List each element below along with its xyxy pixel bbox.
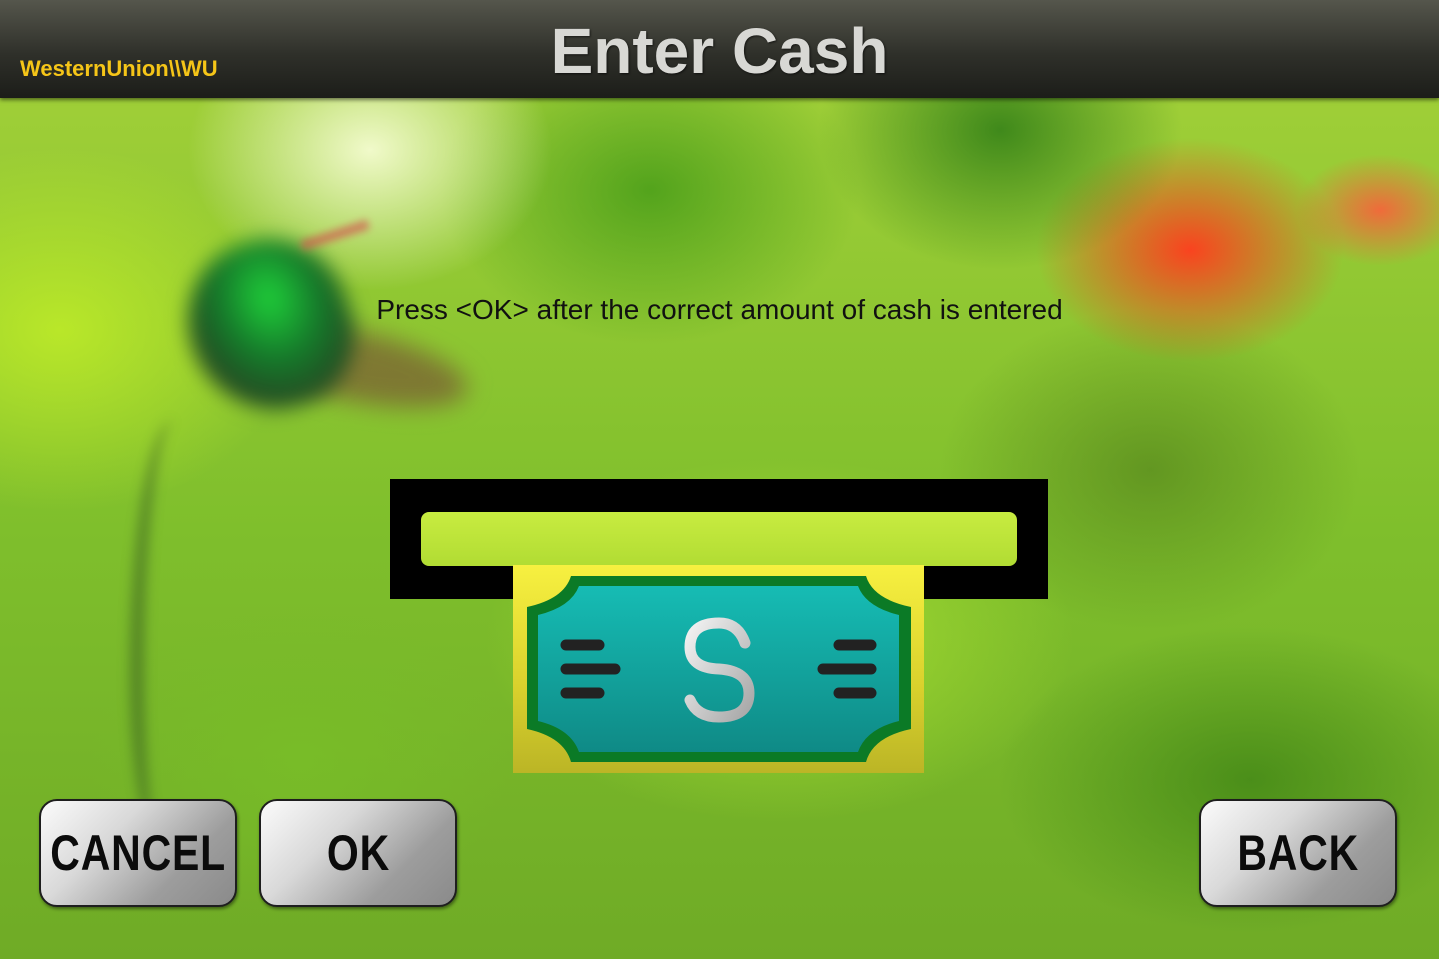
back-button[interactable]: BACK [1199, 799, 1397, 907]
dollar-sign-icon [684, 603, 755, 737]
back-button-label: BACK [1237, 825, 1359, 881]
instruction-text: Press <OK> after the correct amount of c… [376, 294, 1063, 325]
ok-button[interactable]: OK [259, 799, 457, 907]
slot-opening [421, 512, 1017, 566]
ok-button-label: OK [326, 825, 390, 881]
dollar-bill-icon [513, 565, 924, 773]
cancel-button[interactable]: CANCEL [39, 799, 237, 907]
hummingbird-beak [300, 219, 370, 251]
hummingbird-tail [130, 420, 204, 840]
cancel-button-label: CANCEL [50, 825, 226, 881]
header-bar: WesternUnion\\WU Enter Cash [0, 0, 1439, 98]
atm-screen: WesternUnion\\WU Enter Cash Press <OK> a… [0, 0, 1439, 959]
page-title: Enter Cash [550, 15, 889, 87]
